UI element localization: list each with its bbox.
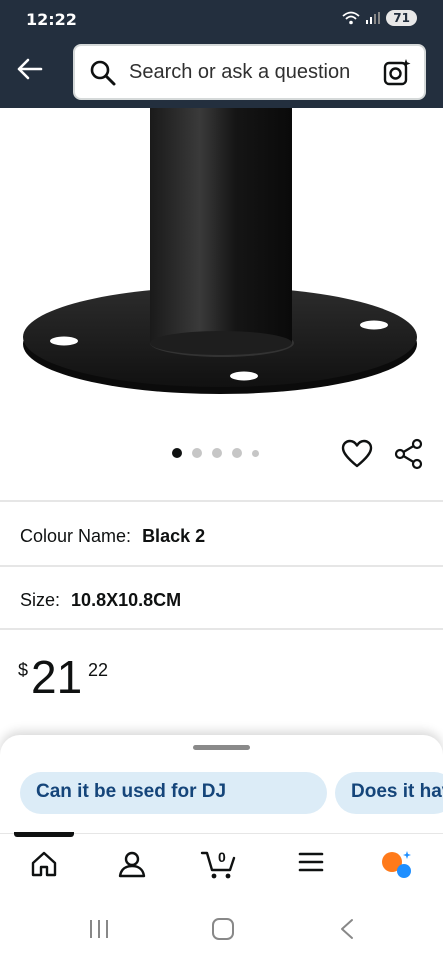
status-icons: 71 (342, 10, 417, 26)
wifi-icon (342, 11, 360, 25)
account-icon[interactable] (118, 850, 146, 878)
size-row[interactable]: Size: 10.8X10.8CM (20, 590, 181, 611)
cart-count: 0 (218, 849, 226, 865)
size-label: Size: (20, 590, 61, 610)
rufus-assistant-icon[interactable] (380, 850, 416, 880)
battery-indicator: 71 (386, 10, 417, 26)
pager-dot[interactable] (192, 448, 202, 458)
signal-icon (366, 12, 381, 24)
divider (0, 628, 443, 630)
product-image[interactable] (0, 108, 443, 428)
bottom-nav: 0 (0, 832, 443, 890)
app-header: 12:22 71 Search or ask a question (0, 0, 443, 108)
size-value: 10.8X10.8CM (71, 590, 182, 610)
menu-icon[interactable] (298, 850, 324, 874)
rufus-suggestion-sheet: Can it be used for DJ Does it hav (0, 735, 443, 845)
pager-dot[interactable] (252, 449, 259, 457)
price-fraction: 22 (88, 660, 109, 680)
share-icon[interactable] (393, 438, 425, 470)
search-icon (90, 60, 116, 86)
pager-dot[interactable] (232, 448, 242, 458)
search-input[interactable]: Search or ask a question (129, 61, 350, 84)
divider (0, 500, 443, 502)
price-currency: $ (18, 660, 29, 680)
divider (0, 565, 443, 567)
pager-dot[interactable] (172, 448, 182, 458)
camera-search-icon[interactable] (382, 57, 412, 87)
status-time: 12:22 (26, 10, 77, 29)
status-bar: 12:22 71 (0, 0, 443, 40)
search-bar[interactable]: Search or ask a question (73, 44, 426, 100)
heart-icon[interactable] (340, 438, 374, 470)
price-whole: 21 (31, 651, 83, 703)
colour-row[interactable]: Colour Name: Black 2 (20, 526, 205, 547)
sheet-handle[interactable] (193, 745, 250, 750)
suggestion-chip[interactable]: Can it be used for DJ (20, 772, 327, 814)
pager-dot[interactable] (212, 448, 222, 458)
system-back-icon[interactable] (338, 918, 356, 940)
image-pager[interactable] (172, 448, 259, 458)
colour-label: Colour Name: (20, 526, 132, 546)
colour-value: Black 2 (142, 526, 206, 546)
system-nav-bar (0, 900, 443, 960)
home-button-icon[interactable] (211, 918, 235, 940)
suggestion-chip[interactable]: Does it hav (335, 772, 443, 814)
nav-active-indicator (14, 832, 74, 837)
home-icon[interactable] (30, 850, 58, 878)
recent-apps-icon[interactable] (88, 918, 110, 940)
back-arrow-icon[interactable] (14, 54, 44, 84)
